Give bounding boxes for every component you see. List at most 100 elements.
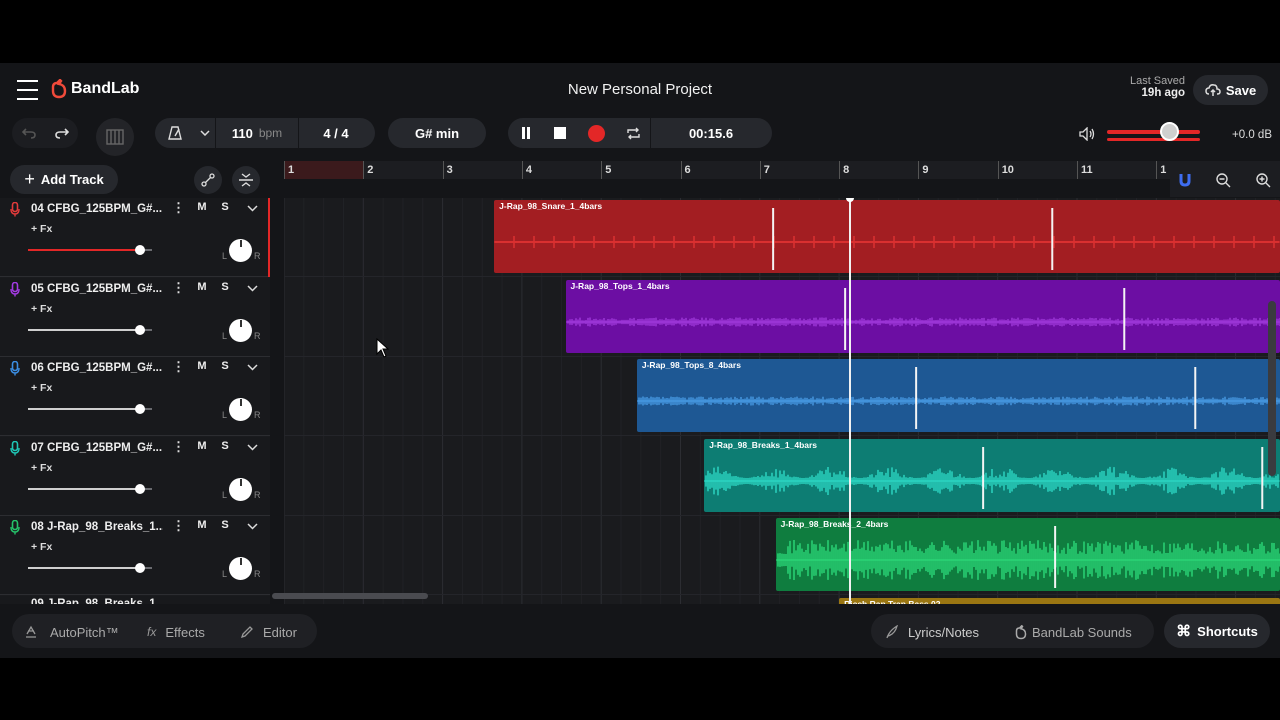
chevron-down-icon[interactable]	[247, 444, 258, 451]
track-volume-slider[interactable]	[28, 487, 152, 490]
bandlab-sounds-button[interactable]: BandLab Sounds	[1014, 616, 1132, 648]
track-header[interactable]: 04 CFBG_125BPM_G#... ⋮ M S + Fx L R	[0, 198, 270, 277]
track-lane[interactable]: Ricch Rap Trap Bass 02	[284, 596, 1280, 604]
metronome-menu-button[interactable]	[195, 118, 215, 148]
automation-button[interactable]	[194, 166, 222, 194]
shortcuts-button[interactable]: ⌘ Shortcuts	[1164, 614, 1270, 648]
track-volume-knob[interactable]	[134, 563, 145, 574]
track-name[interactable]: 09 J-Rap_98_Breaks_1...	[31, 598, 163, 604]
key-button[interactable]: G# min	[388, 118, 486, 148]
track-lane[interactable]: J-Rap_98_Tops_1_4bars	[284, 278, 1280, 357]
track-more-icon[interactable]: ⋮	[172, 519, 185, 534]
track-lane[interactable]: J-Rap_98_Snare_1_4bars	[284, 198, 1280, 277]
master-volume-icon[interactable]	[1078, 127, 1098, 141]
tempo-field[interactable]: 110 bpm	[216, 118, 298, 148]
add-fx-button[interactable]: + Fx	[31, 541, 52, 553]
horizontal-scrollbar[interactable]	[272, 593, 428, 599]
master-volume-knob[interactable]	[1160, 122, 1179, 141]
pause-button[interactable]	[508, 118, 544, 148]
playhead[interactable]	[849, 198, 851, 604]
track-more-icon[interactable]: ⋮	[172, 440, 185, 455]
editor-button[interactable]: Editor	[240, 616, 297, 648]
track-volume-knob[interactable]	[134, 483, 145, 494]
loop-button[interactable]	[616, 118, 650, 148]
autopitch-button[interactable]: AutoPitch™	[24, 616, 119, 648]
lyrics-notes-button[interactable]: Lyrics/Notes	[885, 616, 979, 648]
track-lane[interactable]: J-Rap_98_Tops_8_4bars	[284, 357, 1280, 437]
track-volume-slider[interactable]	[28, 249, 152, 251]
track-more-icon[interactable]: ⋮	[172, 201, 185, 216]
track-header[interactable]: 09 J-Rap_98_Breaks_1...	[0, 596, 270, 604]
solo-button[interactable]: S	[216, 360, 234, 372]
metronome-button[interactable]	[155, 118, 195, 148]
timeline-ruler[interactable]: 1 2 3 4 5 6 7 8 9 10 11 1	[284, 161, 1280, 179]
track-lane[interactable]: J-Rap_98_Breaks_1_4bars	[284, 437, 1280, 516]
track-volume-knob[interactable]	[134, 324, 145, 335]
track-volume-knob[interactable]	[134, 404, 145, 415]
pan-knob[interactable]	[229, 239, 252, 262]
track-header[interactable]: 08 J-Rap_98_Breaks_1... ⋮ M S + Fx L R	[0, 516, 270, 596]
track-name[interactable]: 08 J-Rap_98_Breaks_1...	[31, 521, 163, 533]
audio-clip[interactable]: J-Rap_98_Tops_1_4bars	[565, 279, 1280, 353]
track-name[interactable]: 06 CFBG_125BPM_G#...	[31, 362, 163, 374]
track-name[interactable]: 04 CFBG_125BPM_G#...	[31, 203, 163, 215]
solo-button[interactable]: S	[216, 201, 234, 213]
instrument-keys-button[interactable]	[96, 118, 134, 156]
track-header[interactable]: 07 CFBG_125BPM_G#... ⋮ M S + Fx L R	[0, 436, 270, 516]
track-more-icon[interactable]: ⋮	[172, 281, 185, 296]
add-fx-button[interactable]: + Fx	[31, 303, 52, 315]
audio-clip[interactable]: J-Rap_98_Tops_8_4bars	[636, 359, 1280, 433]
add-fx-button[interactable]: + Fx	[31, 462, 52, 474]
solo-button[interactable]: S	[216, 440, 234, 452]
undo-button[interactable]	[12, 118, 45, 148]
mute-button[interactable]: M	[193, 201, 211, 213]
snap-button[interactable]	[1174, 169, 1196, 191]
add-fx-button[interactable]: + Fx	[31, 382, 52, 394]
audio-clip[interactable]: J-Rap_98_Snare_1_4bars	[494, 200, 1280, 273]
solo-button[interactable]: S	[216, 519, 234, 531]
track-header[interactable]: 05 CFBG_125BPM_G#... ⋮ M S + Fx L R	[0, 277, 270, 357]
master-volume-slider[interactable]	[1107, 122, 1200, 141]
track-volume-slider[interactable]	[28, 328, 152, 331]
time-signature-field[interactable]: 4 / 4	[299, 118, 373, 148]
stop-button[interactable]	[544, 118, 576, 148]
vertical-scrollbar[interactable]	[1268, 301, 1276, 476]
pan-left-label: L	[222, 330, 228, 341]
track-volume-knob[interactable]	[134, 245, 145, 255]
track-header[interactable]: 06 CFBG_125BPM_G#... ⋮ M S + Fx L R	[0, 357, 270, 437]
loop-region[interactable]	[284, 161, 363, 179]
record-button[interactable]	[576, 118, 616, 148]
audio-clip[interactable]: Ricch Rap Trap Bass 02	[839, 598, 1280, 604]
mute-button[interactable]: M	[193, 281, 211, 293]
ruler-bar-label: 8	[843, 164, 850, 176]
audio-clip[interactable]: J-Rap_98_Breaks_2_4bars	[775, 518, 1280, 592]
chevron-down-icon[interactable]	[247, 285, 258, 292]
pan-knob[interactable]	[229, 318, 252, 342]
redo-button[interactable]	[45, 118, 78, 148]
track-name[interactable]: 07 CFBG_125BPM_G#...	[31, 442, 163, 454]
solo-button[interactable]: S	[216, 281, 234, 293]
track-volume-slider[interactable]	[28, 567, 152, 570]
pan-knob[interactable]	[229, 398, 252, 422]
mute-button[interactable]: M	[193, 440, 211, 452]
pan-knob[interactable]	[229, 477, 252, 501]
zoom-in-button[interactable]	[1252, 169, 1274, 191]
mute-button[interactable]: M	[193, 519, 211, 531]
audio-clip[interactable]: J-Rap_98_Breaks_1_4bars	[704, 438, 1280, 512]
pan-knob[interactable]	[229, 557, 252, 581]
track-name[interactable]: 05 CFBG_125BPM_G#...	[31, 283, 163, 295]
track-lane[interactable]: J-Rap_98_Breaks_2_4bars	[284, 516, 1280, 596]
save-button[interactable]: Save	[1193, 75, 1268, 105]
project-title[interactable]: New Personal Project	[0, 81, 1280, 98]
add-track-button[interactable]: + Add Track	[10, 165, 118, 194]
effects-button[interactable]: fx Effects	[147, 616, 205, 648]
zoom-out-button[interactable]	[1212, 169, 1234, 191]
chevron-down-icon[interactable]	[247, 205, 258, 212]
add-fx-button[interactable]: + Fx	[31, 223, 52, 235]
mute-button[interactable]: M	[193, 360, 211, 372]
chevron-down-icon[interactable]	[247, 523, 258, 530]
track-volume-slider[interactable]	[28, 408, 152, 411]
collapse-tracks-button[interactable]	[232, 166, 260, 194]
chevron-down-icon[interactable]	[247, 364, 258, 371]
track-more-icon[interactable]: ⋮	[172, 360, 185, 375]
